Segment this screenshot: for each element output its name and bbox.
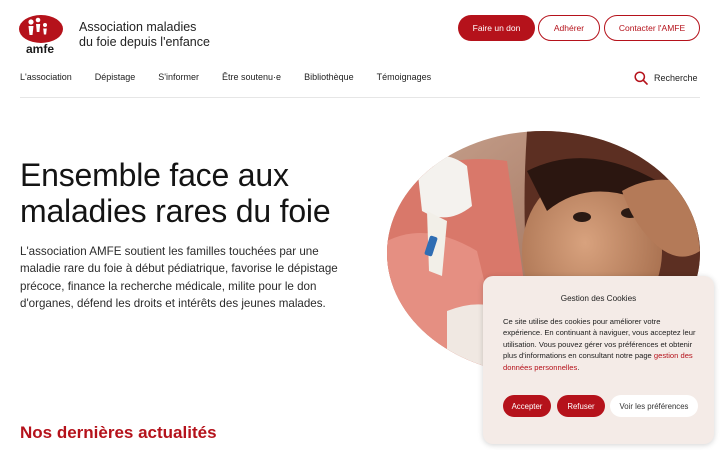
nav-item-depistage[interactable]: Dépistage — [95, 72, 136, 82]
cookie-accept-button[interactable]: Accepter — [503, 395, 551, 417]
search-label: Recherche — [654, 73, 698, 83]
search-icon — [634, 71, 648, 85]
cookie-banner: Gestion des Cookies Ce site utilise des … — [483, 276, 714, 444]
nav-item-sinformer[interactable]: S'informer — [158, 72, 199, 82]
logo-icon: amfe — [19, 15, 63, 56]
main-nav: L'association Dépistage S'informer Être … — [20, 72, 454, 82]
contact-button[interactable]: Contacter l'AMFE — [604, 15, 700, 41]
cookie-text: Ce site utilise des cookies pour amélior… — [503, 316, 699, 373]
nav-item-bibliotheque[interactable]: Bibliothèque — [304, 72, 354, 82]
cookie-text-end: . — [577, 362, 580, 372]
cookie-refuse-button[interactable]: Refuser — [557, 395, 605, 417]
hero-title-line1: Ensemble face aux — [20, 157, 289, 193]
amfe-logo[interactable]: amfe — [18, 14, 66, 56]
cookie-preferences-button[interactable]: Voir les préférences — [610, 395, 698, 417]
logo-text: amfe — [26, 42, 54, 56]
hero-title-line2: maladies rares du foie — [20, 193, 331, 229]
news-section-title: Nos dernières actualités — [20, 423, 217, 442]
nav-item-etre-soutenu[interactable]: Être soutenu·e — [222, 72, 281, 82]
header-divider — [20, 97, 700, 98]
join-button[interactable]: Adhérer — [538, 15, 600, 41]
nav-item-temoignages[interactable]: Témoignages — [377, 72, 432, 82]
hero-description: L'association AMFE soutient les familles… — [20, 245, 338, 310]
donate-button[interactable]: Faire un don — [458, 15, 535, 41]
org-name-line1: Association maladies — [79, 20, 197, 34]
org-name: Association maladies du foie depuis l'en… — [79, 20, 239, 50]
search-button[interactable]: Recherche — [634, 71, 698, 85]
nav-item-association[interactable]: L'association — [20, 72, 72, 82]
cookie-title: Gestion des Cookies — [560, 294, 637, 303]
org-name-line2: du foie depuis l'enfance — [79, 35, 210, 49]
hero-title: Ensemble face aux maladies rares du foie — [20, 157, 380, 229]
